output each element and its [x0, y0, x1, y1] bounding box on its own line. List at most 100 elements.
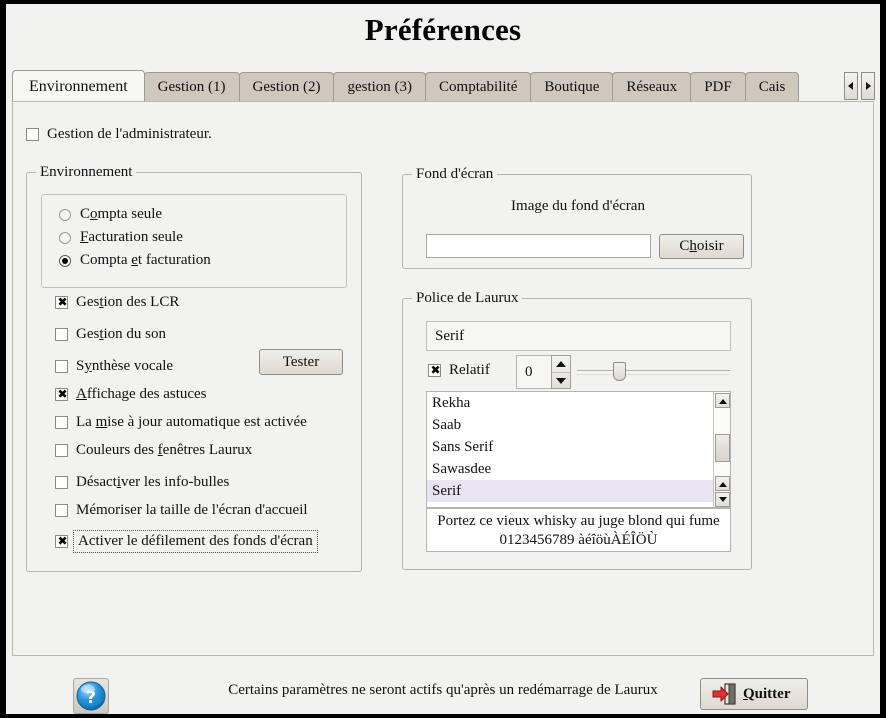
- triangle-up-icon: [556, 361, 566, 367]
- relatif-slider-track[interactable]: [577, 370, 730, 375]
- checkbox-label: Gestion des LCR: [76, 294, 180, 310]
- checkbox-box-icon[interactable]: [55, 444, 68, 457]
- group-legend: Environnement: [36, 164, 137, 181]
- radio-label: Compta seule: [80, 206, 163, 222]
- checkbox-gestion-du-son[interactable]: Gestion du son: [55, 326, 166, 343]
- tester-button[interactable]: Tester: [259, 349, 343, 375]
- scroll-up-button[interactable]: [715, 393, 730, 408]
- triangle-left-icon: [848, 82, 853, 90]
- radio-label: Facturation seule: [80, 229, 183, 245]
- tab-bar: Environnement Gestion (1) Gestion (2) gesti…: [12, 70, 875, 102]
- checkbox-couleurs-fenetres[interactable]: Couleurs des fenêtres Laurux: [55, 442, 252, 459]
- relatif-spin-value[interactable]: 0: [516, 355, 552, 389]
- triangle-down-icon: [718, 496, 727, 502]
- checkbox-box-icon[interactable]: [55, 295, 69, 310]
- triangle-up-icon: [718, 398, 727, 404]
- preferences-window: Préférences Environnement Gestion (1) Gest…: [6, 4, 880, 714]
- choisir-button[interactable]: Choisir: [659, 234, 744, 259]
- checkbox-box-icon[interactable]: [55, 504, 68, 517]
- tab-gestion-2[interactable]: Gestion (2): [238, 72, 335, 102]
- checkbox-box-icon[interactable]: [55, 476, 68, 489]
- font-list-item[interactable]: Serif: [427, 480, 714, 502]
- exit-door-icon: [712, 683, 736, 705]
- tab-boutique[interactable]: Boutique: [530, 72, 614, 102]
- radio-circle-icon[interactable]: [59, 254, 71, 267]
- checkbox-label: La mise à jour automatique est activée: [76, 414, 307, 430]
- checkbox-label: Activer le défilement des fonds d'écran: [73, 530, 318, 553]
- tab-environnement[interactable]: Environnement: [12, 70, 145, 102]
- scroll-thumb[interactable]: [715, 434, 730, 462]
- checkbox-box-icon[interactable]: [55, 534, 69, 549]
- tab-gestion-1[interactable]: Gestion (1): [143, 72, 240, 102]
- spinner-up-button[interactable]: [552, 356, 570, 372]
- checkbox-label: Gestion de l'administrateur.: [47, 126, 212, 142]
- tab-comptabilit[interactable]: Comptabilité: [425, 72, 532, 102]
- font-preview-line1: Portez ce vieux whisky au juge blond qui…: [437, 513, 720, 529]
- tab-r-seaux[interactable]: Réseaux: [612, 72, 692, 102]
- fond-ecran-path-input[interactable]: [426, 234, 651, 258]
- font-list-item[interactable]: Saab: [427, 414, 714, 436]
- font-list-item[interactable]: Rekha: [427, 392, 714, 414]
- group-environnement: Environnement Compta seule Facturation s…: [26, 164, 362, 572]
- fond-ecran-caption: Image du fond d'écran: [511, 198, 645, 214]
- scroll-down-button[interactable]: [715, 492, 730, 507]
- font-preview: Portez ce vieux whisky au juge blond qui…: [426, 508, 731, 552]
- triangle-right-icon: [866, 82, 871, 90]
- group-legend: Fond d'écran: [412, 166, 498, 183]
- checkbox-label: Synthèse vocale: [76, 358, 174, 374]
- radio-label: Compta et facturation: [80, 252, 211, 268]
- spinner-down-button[interactable]: [552, 372, 570, 389]
- tab-cais[interactable]: Cais: [744, 72, 800, 102]
- checkbox-label: Relatif: [449, 362, 490, 378]
- triangle-up-icon: [718, 481, 727, 487]
- checkbox-label: Gestion du son: [76, 326, 167, 342]
- checkbox-affichage-astuces[interactable]: Affichage des astuces: [55, 386, 207, 403]
- checkbox-mise-a-jour-auto[interactable]: La mise à jour automatique est activée: [55, 414, 307, 431]
- radio-compta-seule[interactable]: Compta seule: [59, 206, 162, 223]
- radio-circle-icon[interactable]: [59, 231, 71, 244]
- checkbox-box-icon[interactable]: [55, 416, 68, 429]
- checkbox-memoriser-taille-ecran[interactable]: Mémoriser la taille de l'écran d'accueil: [55, 502, 308, 519]
- radio-facturation-seule[interactable]: Facturation seule: [59, 229, 183, 246]
- scroll-up-button-bottom[interactable]: [715, 476, 730, 491]
- checkbox-gestion-lcr[interactable]: Gestion des LCR: [55, 294, 179, 311]
- checkbox-box-icon[interactable]: [26, 128, 39, 141]
- radio-group-box: Compta seule Facturation seule Compta et…: [41, 194, 347, 288]
- checkbox-box-icon[interactable]: [55, 360, 68, 373]
- checkbox-box-icon[interactable]: [428, 363, 442, 378]
- checkbox-box-icon[interactable]: [55, 387, 69, 402]
- font-list-scrollbar[interactable]: [713, 392, 730, 507]
- tab-page-environnement: Gestion de l'administrateur. Environneme…: [12, 101, 874, 656]
- tab-scroll-right-button[interactable]: [861, 72, 875, 100]
- font-name-combobox[interactable]: Serif: [426, 321, 731, 351]
- checkbox-desactiver-info-bulles[interactable]: Désactiver les info-bulles: [55, 474, 229, 491]
- checkbox-gestion-administrateur[interactable]: Gestion de l'administrateur.: [26, 126, 212, 143]
- checkbox-synthese-vocale[interactable]: Synthèse vocale: [55, 358, 173, 375]
- checkbox-label: Couleurs des fenêtres Laurux: [76, 442, 253, 458]
- checkbox-label: Désactiver les info-bulles: [76, 474, 230, 490]
- tab-gestion-3[interactable]: gestion (3): [333, 72, 427, 102]
- checkbox-box-icon[interactable]: [55, 328, 68, 341]
- relatif-slider-thumb[interactable]: [613, 362, 627, 381]
- page-title: Préférences: [364, 12, 522, 47]
- font-list-item[interactable]: Sawasdee: [427, 458, 714, 480]
- checkbox-label: Mémoriser la taille de l'écran d'accueil: [76, 502, 308, 518]
- font-preview-line2: 0123456789 àéîöùÀÉÎÖÙ: [499, 532, 658, 548]
- font-listbox[interactable]: Rekha Saab Sans Serif Sawasdee Serif: [426, 391, 731, 508]
- tab-scroll-left-button[interactable]: [844, 72, 858, 100]
- quitter-button[interactable]: Quitter: [700, 678, 808, 710]
- checkbox-relatif[interactable]: Relatif: [428, 362, 490, 379]
- checkbox-activer-defilement-fonds[interactable]: Activer le défilement des fonds d'écran: [55, 530, 318, 553]
- relatif-spinner-buttons[interactable]: [551, 355, 571, 389]
- tab-strip: Environnement Gestion (1) Gestion (2) gesti…: [12, 70, 844, 102]
- font-list-rows: Rekha Saab Sans Serif Sawasdee Serif: [427, 392, 714, 502]
- quitter-label: Quitter: [743, 685, 791, 702]
- checkbox-label: Affichage des astuces: [76, 386, 207, 402]
- tab-pdf[interactable]: PDF: [690, 72, 746, 102]
- radio-compta-et-facturation[interactable]: Compta et facturation: [59, 252, 211, 269]
- font-list-item[interactable]: Sans Serif: [427, 436, 714, 458]
- group-fond-ecran: Fond d'écran Image du fond d'écran Chois…: [402, 166, 752, 269]
- group-legend: Police de Laurux: [412, 290, 523, 307]
- radio-circle-icon[interactable]: [59, 208, 71, 221]
- group-police-laurux: Police de Laurux Serif Relatif 0 RekhaSa…: [402, 290, 752, 570]
